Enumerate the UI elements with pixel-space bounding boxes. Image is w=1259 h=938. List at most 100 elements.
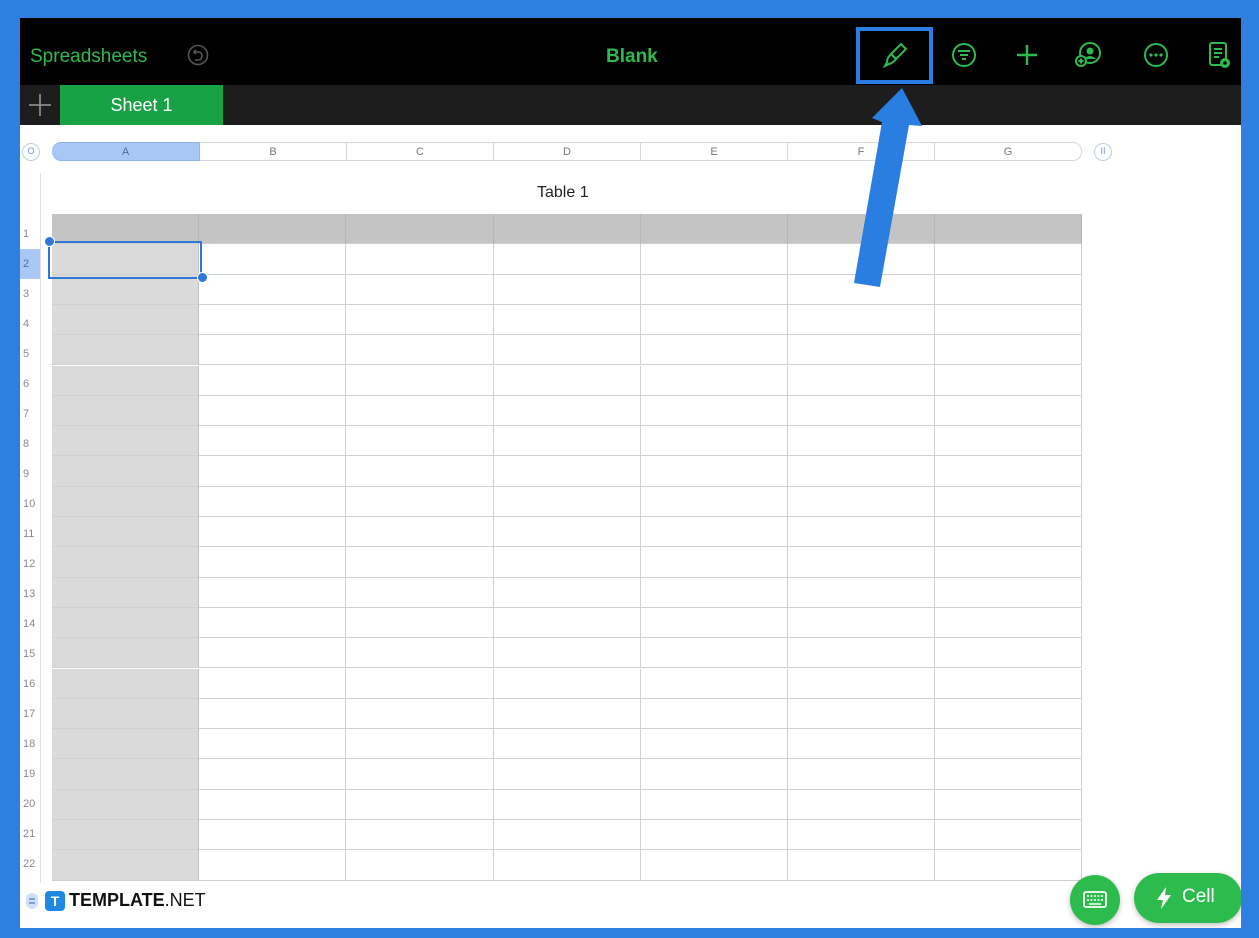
table-cell-b8[interactable] [199,426,347,457]
table-cell-f9[interactable] [788,456,936,487]
table-cell-c4[interactable] [346,304,494,336]
table-cell-e3[interactable] [640,274,788,305]
selected-cell-outline[interactable] [48,241,202,279]
table-cell-b16[interactable] [199,668,347,699]
table-cell-a17[interactable] [52,698,200,730]
table-cell-b21[interactable] [199,820,347,851]
table-cell-e1[interactable] [640,214,788,245]
table-cell-c19[interactable] [346,759,494,790]
column-header-a[interactable]: A [52,142,200,161]
table-cell-f15[interactable] [788,638,936,669]
row-header[interactable]: 5 [20,339,40,369]
table-cell-e9[interactable] [640,456,788,487]
row-header[interactable]: 4 [20,309,40,339]
table-cell-g22[interactable] [935,850,1083,881]
table-cell-e21[interactable] [640,820,788,851]
table-cell-f17[interactable] [788,698,936,730]
table-cell-f3[interactable] [788,274,936,305]
table-cell-g16[interactable] [935,668,1083,699]
table-cell-e20[interactable] [640,789,788,820]
table-cell-b10[interactable] [199,486,347,517]
table-cell-d5[interactable] [493,335,641,366]
table-cell-a3[interactable] [52,274,200,305]
table-cell-d19[interactable] [493,759,641,790]
row-header[interactable]: 14 [20,609,40,639]
table-cell-d2[interactable] [493,244,641,275]
table-cell-f14[interactable] [788,607,936,639]
table-cell-a8[interactable] [52,426,200,457]
table-cell-e13[interactable] [640,577,788,608]
row-header[interactable]: 6 [20,369,40,399]
table-cell-b17[interactable] [199,698,347,730]
table-cell-e5[interactable] [640,335,788,366]
table-cell-b22[interactable] [199,850,347,881]
add-sheet-icon[interactable] [20,85,60,125]
add-column-handle[interactable]: II [1094,143,1112,161]
undo-icon[interactable] [187,44,209,66]
more-icon[interactable] [1141,40,1171,70]
table-cell-d8[interactable] [493,426,641,457]
table-cell-g3[interactable] [935,274,1083,305]
table-cell-a20[interactable] [52,789,200,820]
row-header[interactable]: 20 [20,789,40,819]
table-cell-c15[interactable] [346,638,494,669]
table-cell-e14[interactable] [640,607,788,639]
cell-button[interactable]: Cell [1134,873,1241,923]
row-header[interactable]: 2 [20,249,40,279]
row-header[interactable]: 21 [20,819,40,849]
table-cell-d6[interactable] [493,365,641,396]
table-cell-e18[interactable] [640,729,788,760]
table-cell-f21[interactable] [788,820,936,851]
tab-sheet-1[interactable]: Sheet 1 [60,85,223,125]
table-cell-a18[interactable] [52,729,200,760]
table-cell-e19[interactable] [640,759,788,790]
table-cell-g8[interactable] [935,426,1083,457]
column-header-b[interactable]: B [200,142,347,161]
table-cell-f20[interactable] [788,789,936,820]
table-cell-g15[interactable] [935,638,1083,669]
table-cell-f19[interactable] [788,759,936,790]
table-cell-a22[interactable] [52,850,200,881]
table-cell-e11[interactable] [640,517,788,548]
row-header[interactable]: 3 [20,279,40,309]
table-cell-b9[interactable] [199,456,347,487]
table-cell-b1[interactable] [199,214,347,245]
table-cell-e16[interactable] [640,668,788,699]
table-cell-a13[interactable] [52,577,200,608]
table-cell-a6[interactable] [52,365,200,396]
table-cell-d13[interactable] [493,577,641,608]
keyboard-button[interactable] [1070,875,1120,925]
table-cell-c10[interactable] [346,486,494,517]
table-cell-f7[interactable] [788,395,936,427]
row-header[interactable]: 13 [20,579,40,609]
table-cell-a4[interactable] [52,304,200,336]
add-icon[interactable] [1012,40,1042,70]
table-cell-d15[interactable] [493,638,641,669]
column-header-e[interactable]: E [641,142,788,161]
table-cell-a5[interactable] [52,335,200,366]
table-cell-f12[interactable] [788,547,936,578]
row-header[interactable]: 11 [20,519,40,549]
row-header[interactable]: 1 [20,219,40,249]
table-cell-e4[interactable] [640,304,788,336]
table-cell-g7[interactable] [935,395,1083,427]
filter-icon[interactable] [949,40,979,70]
table-cell-c21[interactable] [346,820,494,851]
table-cell-e7[interactable] [640,395,788,427]
table-cell-a1[interactable] [52,214,200,245]
select-all-handle[interactable]: O [22,143,40,161]
row-header[interactable]: 19 [20,759,40,789]
table-cell-d12[interactable] [493,547,641,578]
table-cell-c9[interactable] [346,456,494,487]
table-cell-g13[interactable] [935,577,1083,608]
table-cell-c16[interactable] [346,668,494,699]
row-header[interactable]: 8 [20,429,40,459]
table-cell-f16[interactable] [788,668,936,699]
table-cell-g11[interactable] [935,517,1083,548]
document-view-icon[interactable] [1204,40,1234,70]
selection-handle-top[interactable] [44,236,55,247]
table-cell-g12[interactable] [935,547,1083,578]
table-cell-d16[interactable] [493,668,641,699]
table-cell-d7[interactable] [493,395,641,427]
table-cell-c5[interactable] [346,335,494,366]
